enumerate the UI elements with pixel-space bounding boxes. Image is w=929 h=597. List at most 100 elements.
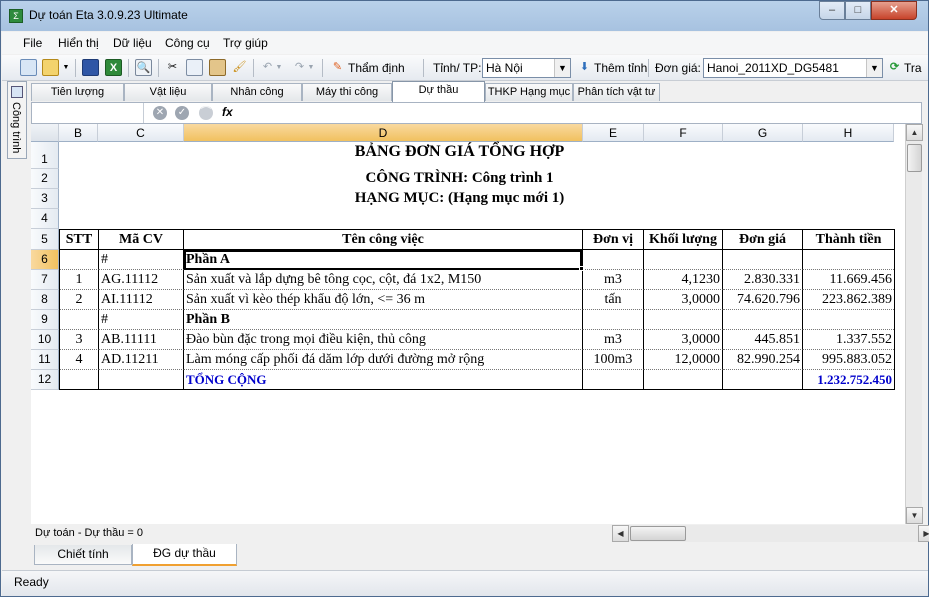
- table-cell[interactable]: 223.862.389: [803, 290, 894, 310]
- col-header-f[interactable]: F: [644, 124, 723, 142]
- vertical-scroll-thumb[interactable]: [907, 144, 922, 172]
- maximize-button[interactable]: □: [845, 1, 871, 20]
- row-header-8[interactable]: 8: [31, 290, 59, 310]
- table-cell[interactable]: AD.11211: [99, 350, 184, 370]
- table-cell[interactable]: 74.620.796: [723, 290, 803, 310]
- table-cell[interactable]: 3: [60, 330, 99, 350]
- table-cell[interactable]: [723, 250, 803, 270]
- table-cell[interactable]: m3: [583, 330, 644, 350]
- cancel-icon[interactable]: ✕: [153, 106, 167, 120]
- tab-chiet-tinh[interactable]: Chiết tính: [34, 545, 132, 565]
- scroll-up-icon[interactable]: ▲: [906, 124, 923, 141]
- appraise-button[interactable]: Thẩm định: [348, 61, 405, 75]
- row-header-9[interactable]: 9: [31, 310, 59, 330]
- tab-phan-tich-vat-tu[interactable]: Phân tích vật tư: [573, 83, 660, 101]
- table-cell[interactable]: [644, 370, 723, 389]
- table-cell[interactable]: 11.669.456: [803, 270, 894, 290]
- open-dropdown-icon[interactable]: ▼: [62, 59, 70, 76]
- row-header-4[interactable]: 4: [31, 209, 59, 229]
- tab-vat-lieu[interactable]: Vật liệu: [124, 83, 212, 101]
- table-cell[interactable]: 445.851: [723, 330, 803, 350]
- table-cell[interactable]: tấn: [583, 290, 644, 310]
- copy-icon[interactable]: [186, 59, 203, 76]
- tab-nhan-cong[interactable]: Nhân công: [212, 83, 302, 101]
- appraise-icon[interactable]: ✎: [329, 59, 346, 76]
- menu-file[interactable]: File: [23, 36, 42, 50]
- table-cell[interactable]: [723, 310, 803, 330]
- table-cell[interactable]: [644, 310, 723, 330]
- row-header-6[interactable]: 6: [31, 250, 59, 270]
- horizontal-scroll-thumb[interactable]: [630, 526, 686, 541]
- side-tab-project[interactable]: Công trình: [7, 81, 27, 159]
- spreadsheet-grid[interactable]: B C D E F G H 1 2 3 4 5 6 7 8 9 10 11 12…: [31, 124, 905, 524]
- tab-thkp-hang-muc[interactable]: THKP Hạng mục: [485, 83, 573, 101]
- row-header-12[interactable]: 12: [31, 370, 59, 390]
- total-label[interactable]: TỔNG CỘNG: [184, 370, 583, 389]
- col-header-e[interactable]: E: [583, 124, 644, 142]
- tab-dg-du-thau[interactable]: ĐG dự thầu: [132, 544, 237, 566]
- table-cell[interactable]: 995.883.052: [803, 350, 894, 370]
- row-header-11[interactable]: 11: [31, 350, 59, 370]
- fill-handle[interactable]: [579, 266, 584, 271]
- table-cell[interactable]: 2: [60, 290, 99, 310]
- undo-dropdown-icon[interactable]: ▼: [275, 59, 283, 76]
- add-province-button[interactable]: Thêm tỉnh: [594, 61, 647, 75]
- horizontal-scrollbar[interactable]: ◀ ▶: [612, 525, 929, 542]
- table-cell[interactable]: Phần B: [184, 310, 583, 330]
- redo-dropdown-icon[interactable]: ▼: [307, 59, 315, 76]
- tab-du-thau[interactable]: Dự thầu: [392, 81, 485, 102]
- table-cell[interactable]: 3,0000: [644, 330, 723, 350]
- excel-icon[interactable]: X: [105, 59, 122, 76]
- cut-icon[interactable]: ✂: [164, 59, 181, 76]
- table-cell[interactable]: [583, 310, 644, 330]
- province-select[interactable]: Hà Nội ▼: [482, 58, 571, 78]
- table-cell[interactable]: Sản xuất vì kèo thép khẩu độ lớn, <= 36 …: [184, 290, 583, 310]
- row-header-3[interactable]: 3: [31, 189, 59, 209]
- table-cell[interactable]: #: [99, 250, 184, 270]
- scroll-right-icon[interactable]: ▶: [918, 525, 929, 542]
- table-cell[interactable]: 12,0000: [644, 350, 723, 370]
- open-folder-icon[interactable]: [42, 59, 59, 76]
- scroll-down-icon[interactable]: ▼: [906, 507, 923, 524]
- table-cell[interactable]: [60, 310, 99, 330]
- col-header-d[interactable]: D: [184, 124, 583, 142]
- col-header-g[interactable]: G: [723, 124, 803, 142]
- table-cell[interactable]: [803, 310, 894, 330]
- print-preview-icon[interactable]: 🔍: [135, 59, 152, 76]
- name-box[interactable]: [32, 103, 144, 123]
- table-cell[interactable]: Sản xuất và lắp dựng bê tông cọc, cột, đ…: [184, 270, 583, 290]
- row-header-10[interactable]: 10: [31, 330, 59, 350]
- minimize-button[interactable]: –: [819, 1, 845, 20]
- row-header-7[interactable]: 7: [31, 270, 59, 290]
- table-cell[interactable]: 2.830.331: [723, 270, 803, 290]
- table-cell[interactable]: AG.11112: [99, 270, 184, 290]
- table-cell[interactable]: [99, 370, 184, 389]
- table-cell[interactable]: Đào bùn đặc trong mọi điều kiện, thủ côn…: [184, 330, 583, 350]
- format-brush-icon[interactable]: 🖌: [231, 59, 248, 76]
- vertical-scrollbar[interactable]: ▲ ▼: [905, 124, 923, 524]
- close-button[interactable]: ✕: [871, 1, 917, 20]
- table-cell[interactable]: 3,0000: [644, 290, 723, 310]
- add-province-icon[interactable]: ⬇: [576, 59, 593, 76]
- table-cell[interactable]: #: [99, 310, 184, 330]
- paste-icon[interactable]: [209, 59, 226, 76]
- confirm-icon[interactable]: ✓: [175, 106, 189, 120]
- table-cell[interactable]: 4,1230: [644, 270, 723, 290]
- table-cell[interactable]: 1: [60, 270, 99, 290]
- scroll-left-icon[interactable]: ◀: [612, 525, 629, 542]
- price-select[interactable]: Hanoi_2011XD_DG5481 ▼: [703, 58, 883, 78]
- table-cell[interactable]: 4: [60, 350, 99, 370]
- select-all-corner[interactable]: [31, 124, 59, 142]
- tab-tien-luong[interactable]: Tiên lượng: [31, 83, 124, 101]
- menu-tools[interactable]: Công cụ: [165, 36, 210, 50]
- table-cell[interactable]: Làm móng cấp phối đá dăm lớp dưới đường …: [184, 350, 583, 370]
- lookup-button[interactable]: Tra: [904, 61, 922, 75]
- new-file-icon[interactable]: [20, 59, 37, 76]
- table-cell[interactable]: [723, 370, 803, 389]
- table-cell[interactable]: [60, 370, 99, 389]
- col-header-c[interactable]: C: [98, 124, 184, 142]
- table-cell[interactable]: AI.11112: [99, 290, 184, 310]
- table-cell[interactable]: 100m3: [583, 350, 644, 370]
- row-header-2[interactable]: 2: [31, 169, 59, 189]
- table-cell[interactable]: 82.990.254: [723, 350, 803, 370]
